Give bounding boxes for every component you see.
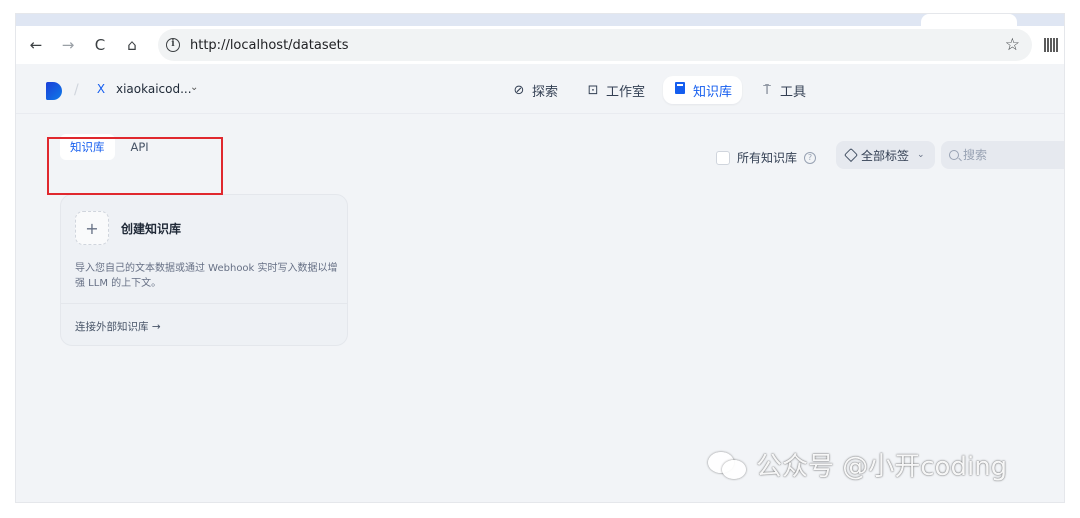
bookmark-star-icon[interactable]: ☆ — [1005, 35, 1020, 55]
card-divider — [61, 303, 347, 304]
create-knowledge-card[interactable]: + 创建知识库 导入您自己的文本数据或通过 Webhook 实时写入数据以增强 … — [60, 194, 348, 346]
create-knowledge-title: 创建知识库 — [121, 221, 182, 236]
tag-filter-dropdown[interactable]: 全部标签 ⌄ — [836, 141, 935, 169]
app-logo[interactable] — [46, 82, 62, 100]
app-area: / X xiaokaicod... ⌄ ⊘ 探索 ⊡ 工作室 知识库 ⍑ 工具 … — [16, 64, 1064, 502]
create-knowledge-description: 导入您自己的文本数据或通过 Webhook 实时写入数据以增强 LLM 的上下文… — [75, 263, 338, 289]
all-knowledge-checkbox[interactable] — [716, 150, 730, 165]
nav-tools-label: 工具 — [780, 84, 807, 100]
connect-external-knowledge-link[interactable]: 连接外部知识库 → — [75, 319, 161, 334]
workspace-name[interactable]: xiaokaicod... — [116, 82, 192, 96]
search-icon — [949, 150, 959, 160]
nav-knowledge-label: 知识库 — [693, 84, 733, 100]
breadcrumb-separator: / — [74, 82, 79, 98]
all-knowledge-filter[interactable]: 所有知识库 ? — [716, 149, 817, 166]
workspace-avatar[interactable]: X — [92, 80, 110, 98]
tag-icon — [843, 147, 859, 163]
watermark-text: 公众号 @小开coding — [756, 452, 1008, 482]
forward-icon[interactable]: → — [52, 29, 84, 61]
back-icon[interactable]: ← — [20, 29, 52, 61]
tag-filter-label: 全部标签 — [861, 148, 910, 163]
chevron-down-icon[interactable]: ⌄ — [190, 82, 198, 93]
main-nav: ⊘ 探索 ⊡ 工作室 知识库 ⍑ 工具 — [502, 76, 816, 104]
book-icon — [673, 82, 687, 98]
browser-toolbar: ← → C ⌂ i http://localhost/datasets ☆ — [16, 26, 1064, 64]
plus-icon: + — [75, 211, 109, 245]
nav-studio-label: 工作室 — [606, 84, 646, 100]
active-browser-tab[interactable] — [921, 14, 1017, 26]
reload-icon[interactable]: C — [84, 29, 116, 61]
site-info-icon[interactable]: i — [166, 38, 180, 52]
watermark: 公众号 @小开coding — [708, 446, 1007, 483]
search-box[interactable] — [941, 141, 1064, 169]
create-knowledge-button[interactable]: + 创建知识库 — [75, 211, 181, 245]
explore-icon: ⊘ — [513, 82, 525, 98]
home-icon[interactable]: ⌂ — [116, 29, 148, 61]
tab-strip — [16, 14, 1064, 26]
annotation-highlight-box — [47, 137, 223, 195]
wechat-icon — [708, 450, 748, 480]
chevron-down-icon: ⌄ — [917, 150, 925, 160]
app-header: / X xiaokaicod... ⌄ ⊘ 探索 ⊡ 工作室 知识库 ⍑ 工具 — [16, 64, 1064, 114]
robot-icon: ⊡ — [587, 82, 599, 98]
tool-icon: ⍑ — [763, 82, 771, 98]
all-knowledge-label: 所有知识库 — [737, 151, 798, 165]
help-icon[interactable]: ? — [804, 151, 817, 164]
nav-explore-label: 探索 — [532, 84, 559, 100]
address-bar[interactable]: i http://localhost/datasets ☆ — [158, 29, 1032, 61]
browser-window: ← → C ⌂ i http://localhost/datasets ☆ / … — [16, 14, 1064, 502]
nav-explore[interactable]: ⊘ 探索 — [502, 76, 568, 104]
search-input[interactable] — [963, 148, 1064, 162]
url-text[interactable]: http://localhost/datasets — [190, 38, 348, 53]
extension-icon[interactable] — [1044, 38, 1058, 52]
nav-studio[interactable]: ⊡ 工作室 — [576, 76, 655, 104]
nav-tools[interactable]: ⍑ 工具 — [750, 76, 816, 104]
nav-knowledge[interactable]: 知识库 — [663, 76, 743, 104]
